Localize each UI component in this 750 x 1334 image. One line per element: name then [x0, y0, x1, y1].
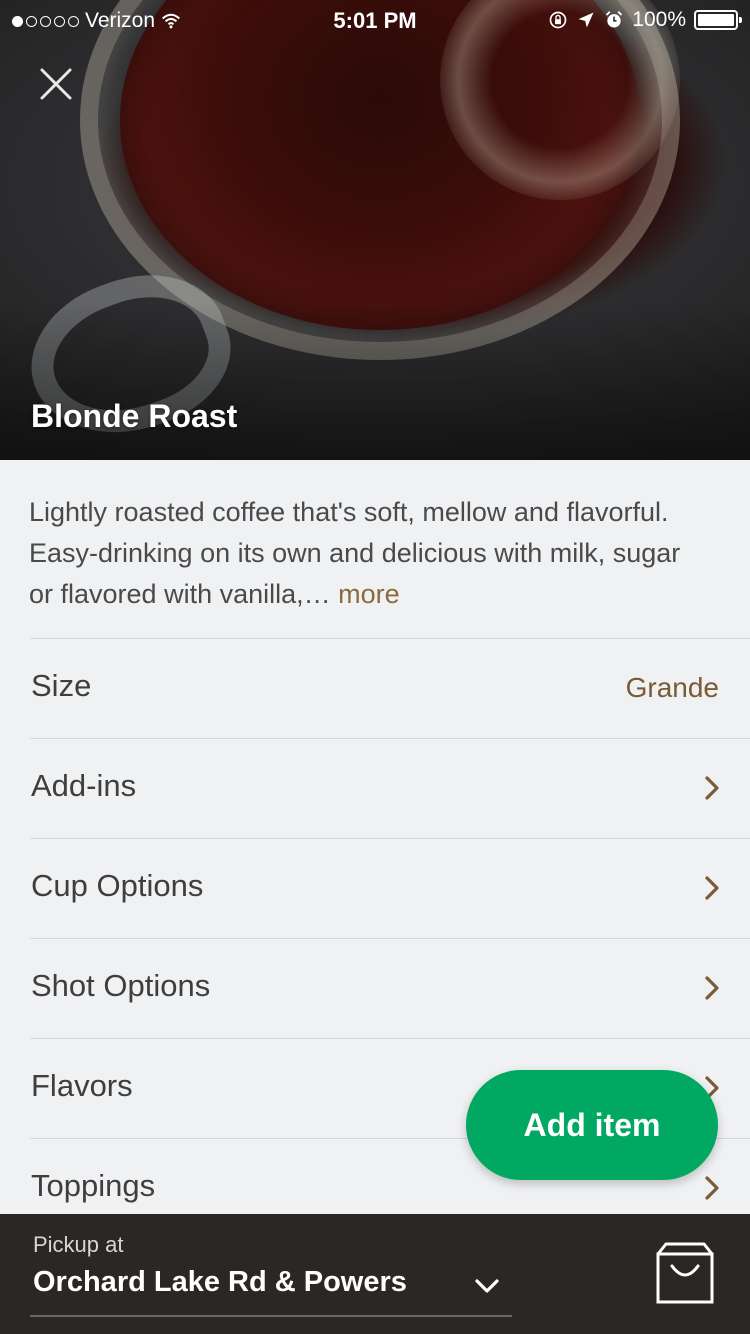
- add-item-button[interactable]: Add item: [466, 1070, 718, 1180]
- chevron-right-icon: [705, 976, 719, 1000]
- more-link[interactable]: more: [338, 579, 400, 609]
- pickup-underline: [30, 1315, 512, 1317]
- option-row-cup-options[interactable]: Cup Options: [0, 838, 750, 938]
- option-label: Flavors: [31, 1068, 133, 1103]
- pickup-store-selector[interactable]: Orchard Lake Rd & Powers: [33, 1266, 407, 1299]
- chevron-down-icon[interactable]: [472, 1274, 502, 1298]
- pickup-bar: Pickup at Orchard Lake Rd & Powers: [0, 1214, 750, 1334]
- close-button[interactable]: [30, 58, 82, 110]
- chevron-right-icon: [705, 1176, 719, 1200]
- status-bar: Verizon 5:01 PM 100%: [0, 0, 750, 40]
- chevron-right-icon: [705, 876, 719, 900]
- close-icon: [40, 68, 72, 100]
- rotation-lock-icon: [549, 11, 567, 29]
- option-label: Size: [31, 668, 92, 703]
- option-label: Toppings: [31, 1168, 156, 1203]
- status-right: 100%: [548, 8, 742, 32]
- battery-percent: 100%: [632, 8, 686, 31]
- option-label: Cup Options: [31, 868, 204, 903]
- option-row-size[interactable]: Size Grande: [0, 638, 750, 738]
- pickup-label: Pickup at: [33, 1232, 124, 1257]
- option-row-add-ins[interactable]: Add-ins: [0, 738, 750, 838]
- hero-shade: [0, 300, 750, 460]
- chevron-right-icon: [705, 776, 719, 800]
- option-row-shot-options[interactable]: Shot Options: [0, 938, 750, 1038]
- battery-icon: [694, 10, 742, 30]
- battery-level: [698, 14, 734, 26]
- shopping-bag-icon[interactable]: [652, 1240, 718, 1306]
- option-label: Shot Options: [31, 968, 211, 1003]
- location-arrow-icon: [578, 12, 594, 28]
- option-value: Grande: [625, 672, 719, 703]
- option-label: Add-ins: [31, 768, 137, 803]
- product-description: Lightly roasted coffee that's soft, mell…: [29, 492, 689, 615]
- hero-image: [0, 0, 750, 460]
- alarm-icon: [606, 11, 623, 28]
- product-title: Blonde Roast: [31, 398, 238, 434]
